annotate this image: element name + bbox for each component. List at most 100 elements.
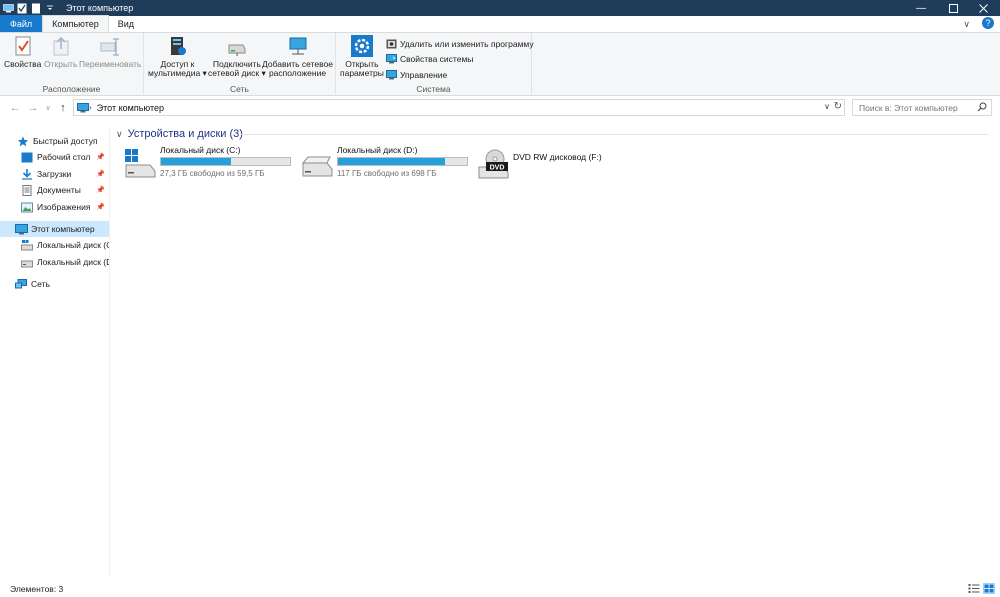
- media-access-label-2-text: мультимедиа: [148, 68, 201, 78]
- rename-button[interactable]: Переименовать: [79, 35, 141, 69]
- recent-locations-button[interactable]: ∨: [41, 101, 55, 115]
- dvd-drive-icon: DVD: [477, 149, 509, 179]
- properties-icon: [12, 35, 34, 57]
- computer-icon[interactable]: [2, 2, 14, 14]
- manage-icon: [386, 69, 397, 80]
- close-button[interactable]: [966, 0, 1000, 16]
- chevron-down-icon[interactable]: ∨: [116, 129, 123, 140]
- breadcrumb-separator-icon[interactable]: ›: [89, 103, 92, 112]
- group-system-label: Система: [416, 84, 451, 94]
- tiles-view-button[interactable]: [983, 583, 995, 594]
- open-settings-label-2: параметры: [340, 68, 384, 78]
- map-network-drive-button[interactable]: Подключить сетевой диск ▾: [208, 35, 266, 78]
- sidebar-item-this-pc[interactable]: Этот компьютер: [0, 221, 109, 237]
- devices-section-header[interactable]: ∨ Устройства и диски (3): [116, 128, 243, 140]
- pin-icon[interactable]: 📌: [96, 153, 105, 161]
- drive-tile-dvd[interactable]: DVD DVD RW дисковод (F:): [477, 145, 637, 181]
- properties-check-icon[interactable]: [16, 2, 28, 14]
- group-network: Доступ к мультимедиа ▾ Подключить сетево…: [144, 33, 336, 96]
- drive-tile-d[interactable]: Локальный диск (D:) 117 ГБ свободно из 6…: [301, 145, 473, 181]
- drive-c-name: Локальный диск (C:): [160, 145, 241, 155]
- system-properties-label: Свойства системы: [400, 53, 474, 64]
- open-label: Открыть: [44, 59, 78, 69]
- sidebar-item-documents[interactable]: Документы 📌: [0, 182, 109, 198]
- properties-button[interactable]: Свойства: [4, 35, 41, 69]
- drive-d-usage-fill: [338, 158, 446, 165]
- open-settings-button[interactable]: Открыть параметры: [340, 35, 384, 78]
- qat-dropdown-icon[interactable]: [44, 2, 56, 14]
- breadcrumb-this-pc[interactable]: Этот компьютер: [97, 103, 164, 113]
- tab-view[interactable]: Вид: [109, 15, 143, 32]
- sidebar-item-desktop[interactable]: Рабочий стол 📌: [0, 149, 109, 165]
- group-location-label: Расположение: [42, 84, 101, 94]
- open-icon: [50, 35, 72, 57]
- star-icon: [17, 136, 29, 147]
- maximize-button[interactable]: [936, 0, 970, 16]
- sidebar-item-downloads[interactable]: Загрузки 📌: [0, 166, 109, 182]
- uninstall-program-button[interactable]: Удалить или изменить программу: [386, 37, 534, 50]
- sidebar-item-pictures[interactable]: Изображения 📌: [0, 199, 109, 215]
- media-access-button[interactable]: Доступ к мультимедиа ▾: [148, 35, 207, 78]
- sidebar-item-label: Быстрый доступ: [33, 136, 98, 146]
- map-drive-label-2: сетевой диск ▾: [208, 68, 266, 78]
- sidebar-item-label: Документы: [37, 185, 81, 195]
- system-properties-icon: [386, 53, 397, 64]
- sidebar-item-quick-access[interactable]: Быстрый доступ: [0, 133, 109, 149]
- details-view-button[interactable]: [968, 583, 980, 594]
- navigation-pane: Быстрый доступ Рабочий стол 📌 Загрузки 📌…: [0, 128, 110, 578]
- sidebar-item-drive-d[interactable]: Локальный диск (D: [0, 254, 109, 270]
- system-properties-button[interactable]: Свойства системы: [386, 52, 473, 65]
- status-bar: Элементов: 3: [0, 580, 1000, 597]
- chevron-down-icon: ∨: [45, 105, 51, 112]
- new-folder-icon[interactable]: [30, 2, 42, 14]
- sidebar-item-label: Рабочий стол: [37, 152, 91, 162]
- add-network-location-button[interactable]: Добавить сетевое расположение: [262, 35, 333, 78]
- search-box[interactable]: [852, 99, 992, 116]
- pin-icon[interactable]: 📌: [96, 170, 105, 178]
- refresh-icon[interactable]: ↻: [834, 101, 842, 112]
- help-icon[interactable]: ?: [982, 17, 994, 29]
- back-button[interactable]: ←: [8, 101, 22, 115]
- up-button[interactable]: ↑: [56, 101, 70, 115]
- item-count: Элементов: 3: [10, 583, 64, 594]
- drive-tile-c[interactable]: Локальный диск (C:) 27,3 ГБ свободно из …: [124, 145, 296, 181]
- computer-icon: [77, 103, 89, 113]
- search-icon[interactable]: [977, 102, 987, 115]
- rename-icon: [99, 35, 121, 57]
- settings-gear-icon: [350, 35, 373, 57]
- pin-icon[interactable]: 📌: [96, 203, 105, 211]
- properties-label: Свойства: [4, 59, 42, 69]
- drive-d-usage-bar: [337, 157, 468, 166]
- desktop-icon: [21, 152, 33, 163]
- network-drive-icon: [226, 35, 248, 57]
- windows-drive-icon: [124, 149, 156, 179]
- minimize-button[interactable]: —: [904, 0, 938, 16]
- search-input[interactable]: [859, 102, 979, 113]
- tab-computer[interactable]: Компьютер: [42, 15, 109, 32]
- drive-f-name: DVD RW дисковод (F:): [513, 152, 602, 162]
- address-bar[interactable]: › Этот компьютер ∨ ↻: [73, 99, 845, 116]
- forward-arrow-icon: →: [27, 102, 39, 114]
- sidebar-item-label: Изображения: [37, 202, 91, 212]
- ribbon-collapse-icon[interactable]: ∨: [963, 19, 970, 30]
- forward-button[interactable]: →: [26, 101, 40, 115]
- drive-d-name: Локальный диск (D:): [337, 145, 418, 155]
- sidebar-item-network[interactable]: Сеть: [0, 276, 109, 292]
- dvd-logo-text: DVD: [490, 165, 505, 172]
- maximize-icon: [948, 3, 958, 13]
- open-button[interactable]: Открыть: [44, 35, 77, 69]
- sidebar-item-label: Загрузки: [37, 169, 72, 179]
- documents-icon: [21, 184, 33, 196]
- devices-section-title: Устройства и диски (3): [127, 128, 243, 140]
- sidebar-item-drive-c[interactable]: Локальный диск (C: [0, 237, 109, 253]
- uninstall-icon: [386, 39, 397, 49]
- drive-c-free-space: 27,3 ГБ свободно из 59,5 ГБ: [160, 169, 265, 178]
- pin-icon[interactable]: 📌: [96, 186, 105, 194]
- tab-file[interactable]: Файл: [0, 15, 43, 32]
- title-bar: Этот компьютер —: [0, 0, 1000, 16]
- address-dropdown-icon[interactable]: ∨: [824, 102, 830, 111]
- manage-label: Управление: [400, 69, 448, 80]
- manage-button[interactable]: Управление: [386, 68, 447, 81]
- rename-label: Переименовать: [79, 59, 142, 69]
- sidebar-item-label: Локальный диск (C: [37, 240, 109, 250]
